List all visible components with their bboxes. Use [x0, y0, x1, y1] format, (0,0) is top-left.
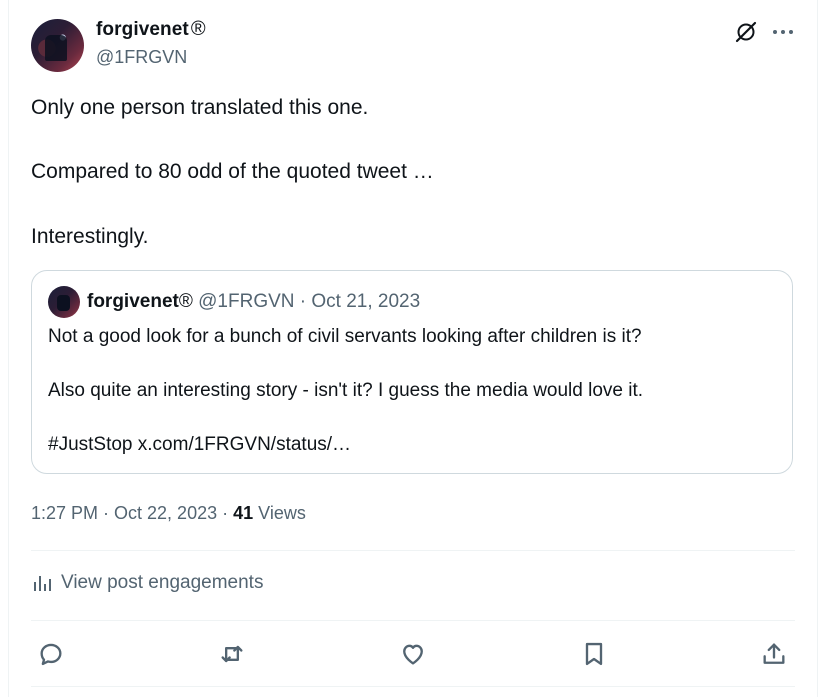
author-handle[interactable]: @1FRGVN	[96, 47, 187, 68]
engagements-label: View post engagements	[61, 572, 264, 593]
quoted-text-line: #JustStop x.com/1FRGVN/status/…	[48, 434, 352, 455]
divider	[31, 686, 795, 687]
repost-button[interactable]	[216, 638, 248, 670]
author-name-text: forgivenet	[96, 19, 189, 40]
views-label: Views	[253, 503, 306, 523]
quoted-text-line: Not a good look for a bunch of civil ser…	[48, 326, 642, 347]
registered-badge: ®	[190, 18, 206, 40]
post-text-line: Compared to 80 odd of the quoted tweet …	[31, 160, 434, 183]
quoted-post[interactable]: forgivenet® @1FRGVN · Oct 21, 2023 Not a…	[31, 270, 793, 474]
quoted-registered-badge: ®	[178, 291, 193, 312]
quoted-meta: @1FRGVN · Oct 21, 2023	[198, 291, 421, 312]
views-count: 41	[233, 503, 254, 523]
share-button[interactable]	[758, 638, 790, 670]
divider	[31, 550, 795, 551]
reply-button[interactable]	[35, 638, 67, 670]
bookmark-button[interactable]	[578, 638, 610, 670]
view-engagements-link[interactable]: View post engagements	[31, 572, 263, 594]
like-button[interactable]	[397, 638, 429, 670]
quoted-avatar	[48, 286, 80, 318]
grok-icon[interactable]	[734, 20, 758, 44]
quoted-text-line: Also quite an interesting story - isn't …	[48, 380, 644, 401]
reply-icon	[40, 643, 62, 666]
more-icon[interactable]	[771, 22, 795, 42]
heart-icon	[403, 644, 423, 665]
quoted-header: forgivenet® @1FRGVN · Oct 21, 2023	[87, 291, 420, 313]
post-text-line: Only one person translated this one.	[31, 96, 369, 119]
bar-chart-icon	[34, 576, 51, 591]
bookmark-icon	[585, 642, 603, 666]
post-meta: 1:27 PM · Oct 22, 2023 · 41 Views	[31, 503, 306, 524]
repost-icon	[221, 645, 243, 663]
frame-left-border	[8, 0, 9, 697]
divider	[31, 620, 795, 621]
share-icon	[763, 643, 785, 664]
frame-right-border	[817, 0, 818, 697]
quoted-author-name: forgivenet	[87, 291, 179, 312]
post-text-line: Interestingly.	[31, 225, 149, 248]
post-timestamp[interactable]: 1:27 PM · Oct 22, 2023 ·	[31, 503, 233, 523]
avatar[interactable]	[31, 19, 84, 72]
author-name[interactable]: forgivenet ®	[96, 18, 206, 41]
